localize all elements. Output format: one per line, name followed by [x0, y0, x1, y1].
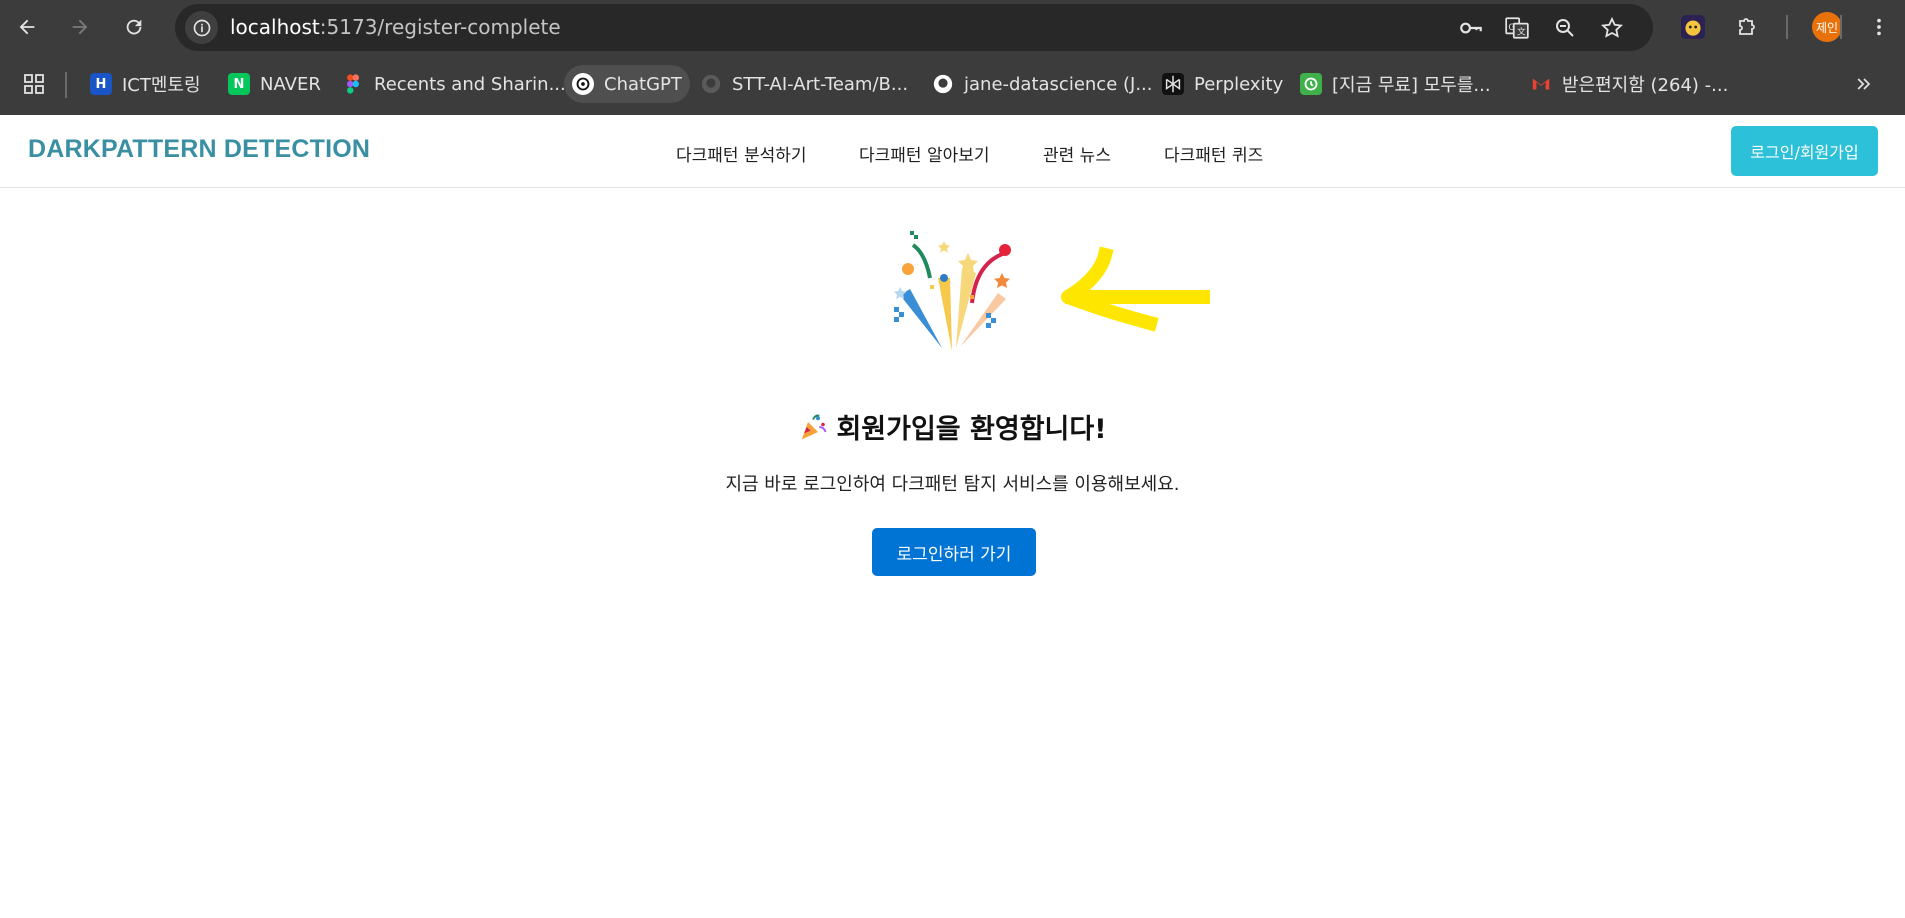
site-header: DARKPATTERN DETECTION 다크패턴 분석하기 다크패턴 알아보…	[0, 115, 1905, 188]
perplexity-icon	[1162, 73, 1184, 95]
apps-grid-icon	[24, 74, 44, 94]
site-info-button[interactable]	[185, 11, 218, 44]
github-icon	[701, 74, 721, 94]
bookmark-label: ChatGPT	[604, 73, 682, 95]
github-icon	[933, 74, 953, 94]
toolbar-divider-2	[1840, 15, 1842, 39]
browser-toolbar: localhost:5173/register-complete G文 제인	[0, 0, 1905, 55]
bookmark-ict[interactable]: H ICT멘토링	[82, 65, 209, 103]
key-icon	[1460, 22, 1482, 34]
browser-chrome: localhost:5173/register-complete G文 제인 H…	[0, 0, 1905, 115]
welcome-title: 회원가입을 환영합니다!	[836, 414, 1107, 445]
bookmark-jane-datascience[interactable]: jane-datascience (J...	[924, 65, 1161, 103]
svg-text:G: G	[1508, 23, 1515, 33]
bookmarks-overflow-button[interactable]	[1846, 65, 1882, 103]
welcome-heading: 회원가입을 환영합니다!	[0, 407, 1905, 446]
nav-quiz[interactable]: 다크패턴 퀴즈	[1164, 141, 1263, 166]
extension-face-icon	[1681, 15, 1705, 39]
info-icon	[193, 19, 210, 36]
bookmark-label: Perplexity	[1194, 73, 1284, 95]
bookmark-chatgpt[interactable]: ChatGPT	[564, 65, 690, 103]
chrome-menu-button[interactable]	[1862, 10, 1896, 44]
nav-analyze[interactable]: 다크패턴 분석하기	[676, 141, 807, 166]
extension-button[interactable]	[1676, 10, 1710, 44]
svg-text:文: 文	[1517, 26, 1526, 38]
bookmark-perplexity[interactable]: Perplexity	[1154, 65, 1291, 103]
bookmark-label: jane-datascience (J...	[964, 73, 1153, 95]
bookmark-naver[interactable]: N NAVER	[220, 65, 329, 103]
double-chevron-right-icon	[1857, 78, 1871, 90]
avatar: 제인	[1812, 12, 1842, 42]
bookmarks-bar: H ICT멘토링 N NAVER Recents and Sharin... C…	[0, 55, 1905, 115]
site-logo[interactable]: DARKPATTERN DETECTION	[28, 135, 370, 164]
naver-logo-icon: N	[228, 73, 250, 95]
party-popper-icon	[802, 414, 827, 440]
arrow-right-icon	[72, 19, 88, 35]
bookmark-label: Recents and Sharin...	[374, 73, 566, 95]
nav-learn[interactable]: 다크패턴 알아보기	[859, 141, 990, 166]
apps-button[interactable]	[14, 65, 54, 103]
password-key-button[interactable]	[1457, 14, 1485, 42]
url-host: localhost	[230, 15, 320, 39]
zoom-button[interactable]	[1551, 14, 1579, 42]
profile-button[interactable]: 제인	[1810, 10, 1844, 44]
bookmark-label: 받은편지함 (264) -...	[1562, 75, 1729, 96]
bookmark-label: NAVER	[260, 73, 321, 95]
fireworks-icon	[893, 231, 1011, 351]
translate-icon: G文	[1505, 17, 1529, 39]
bookmark-label: STT-AI-Art-Team/B...	[732, 73, 909, 95]
extensions-menu-button[interactable]	[1730, 10, 1764, 44]
translate-button[interactable]: G文	[1503, 14, 1531, 42]
bookmarks-divider	[65, 72, 67, 98]
figma-icon	[347, 74, 359, 94]
reload-button[interactable]	[117, 10, 151, 44]
arrow-left-icon	[19, 19, 35, 35]
puzzle-icon	[1739, 18, 1755, 35]
bookmark-stt-team[interactable]: STT-AI-Art-Team/B...	[692, 65, 916, 103]
login-signup-button[interactable]: 로그인/회원가입	[1731, 126, 1878, 176]
forward-button[interactable]	[63, 10, 97, 44]
more-vert-icon	[1877, 18, 1881, 36]
bookmark-figma[interactable]: Recents and Sharin...	[334, 65, 574, 103]
chatgpt-icon	[572, 73, 594, 95]
page-content: DARKPATTERN DETECTION 다크패턴 분석하기 다크패턴 알아보…	[0, 115, 1905, 918]
reload-icon	[126, 19, 142, 35]
nav-news[interactable]: 관련 뉴스	[1043, 141, 1111, 166]
address-bar[interactable]: localhost:5173/register-complete G文	[175, 4, 1653, 51]
bookmark-gmail[interactable]: 받은편지함 (264) -...	[1522, 65, 1736, 103]
gmail-icon	[1532, 78, 1550, 90]
url-path: :5173/register-complete	[319, 15, 561, 39]
welcome-subtitle: 지금 바로 로그인하여 다크패턴 탐지 서비스를 이용해보세요.	[725, 474, 1180, 495]
bookmark-label: ICT멘토링	[122, 75, 201, 96]
go-to-login-button[interactable]: 로그인하러 가기	[872, 528, 1036, 576]
h-logo-icon: H	[90, 73, 112, 95]
bookmark-star-button[interactable]	[1598, 14, 1626, 42]
zoom-out-icon	[1556, 19, 1574, 37]
bookmark-free-course[interactable]: [지금 무료] 모두를...	[1292, 65, 1499, 103]
yellow-arrow-annotation	[1061, 246, 1210, 332]
back-button[interactable]	[10, 10, 44, 44]
url-text[interactable]: localhost:5173/register-complete	[230, 15, 561, 39]
star-icon	[1600, 16, 1624, 38]
toolbar-divider	[1786, 15, 1788, 39]
bookmark-label: [지금 무료] 모두를...	[1332, 75, 1491, 96]
clock-icon	[1300, 73, 1322, 95]
